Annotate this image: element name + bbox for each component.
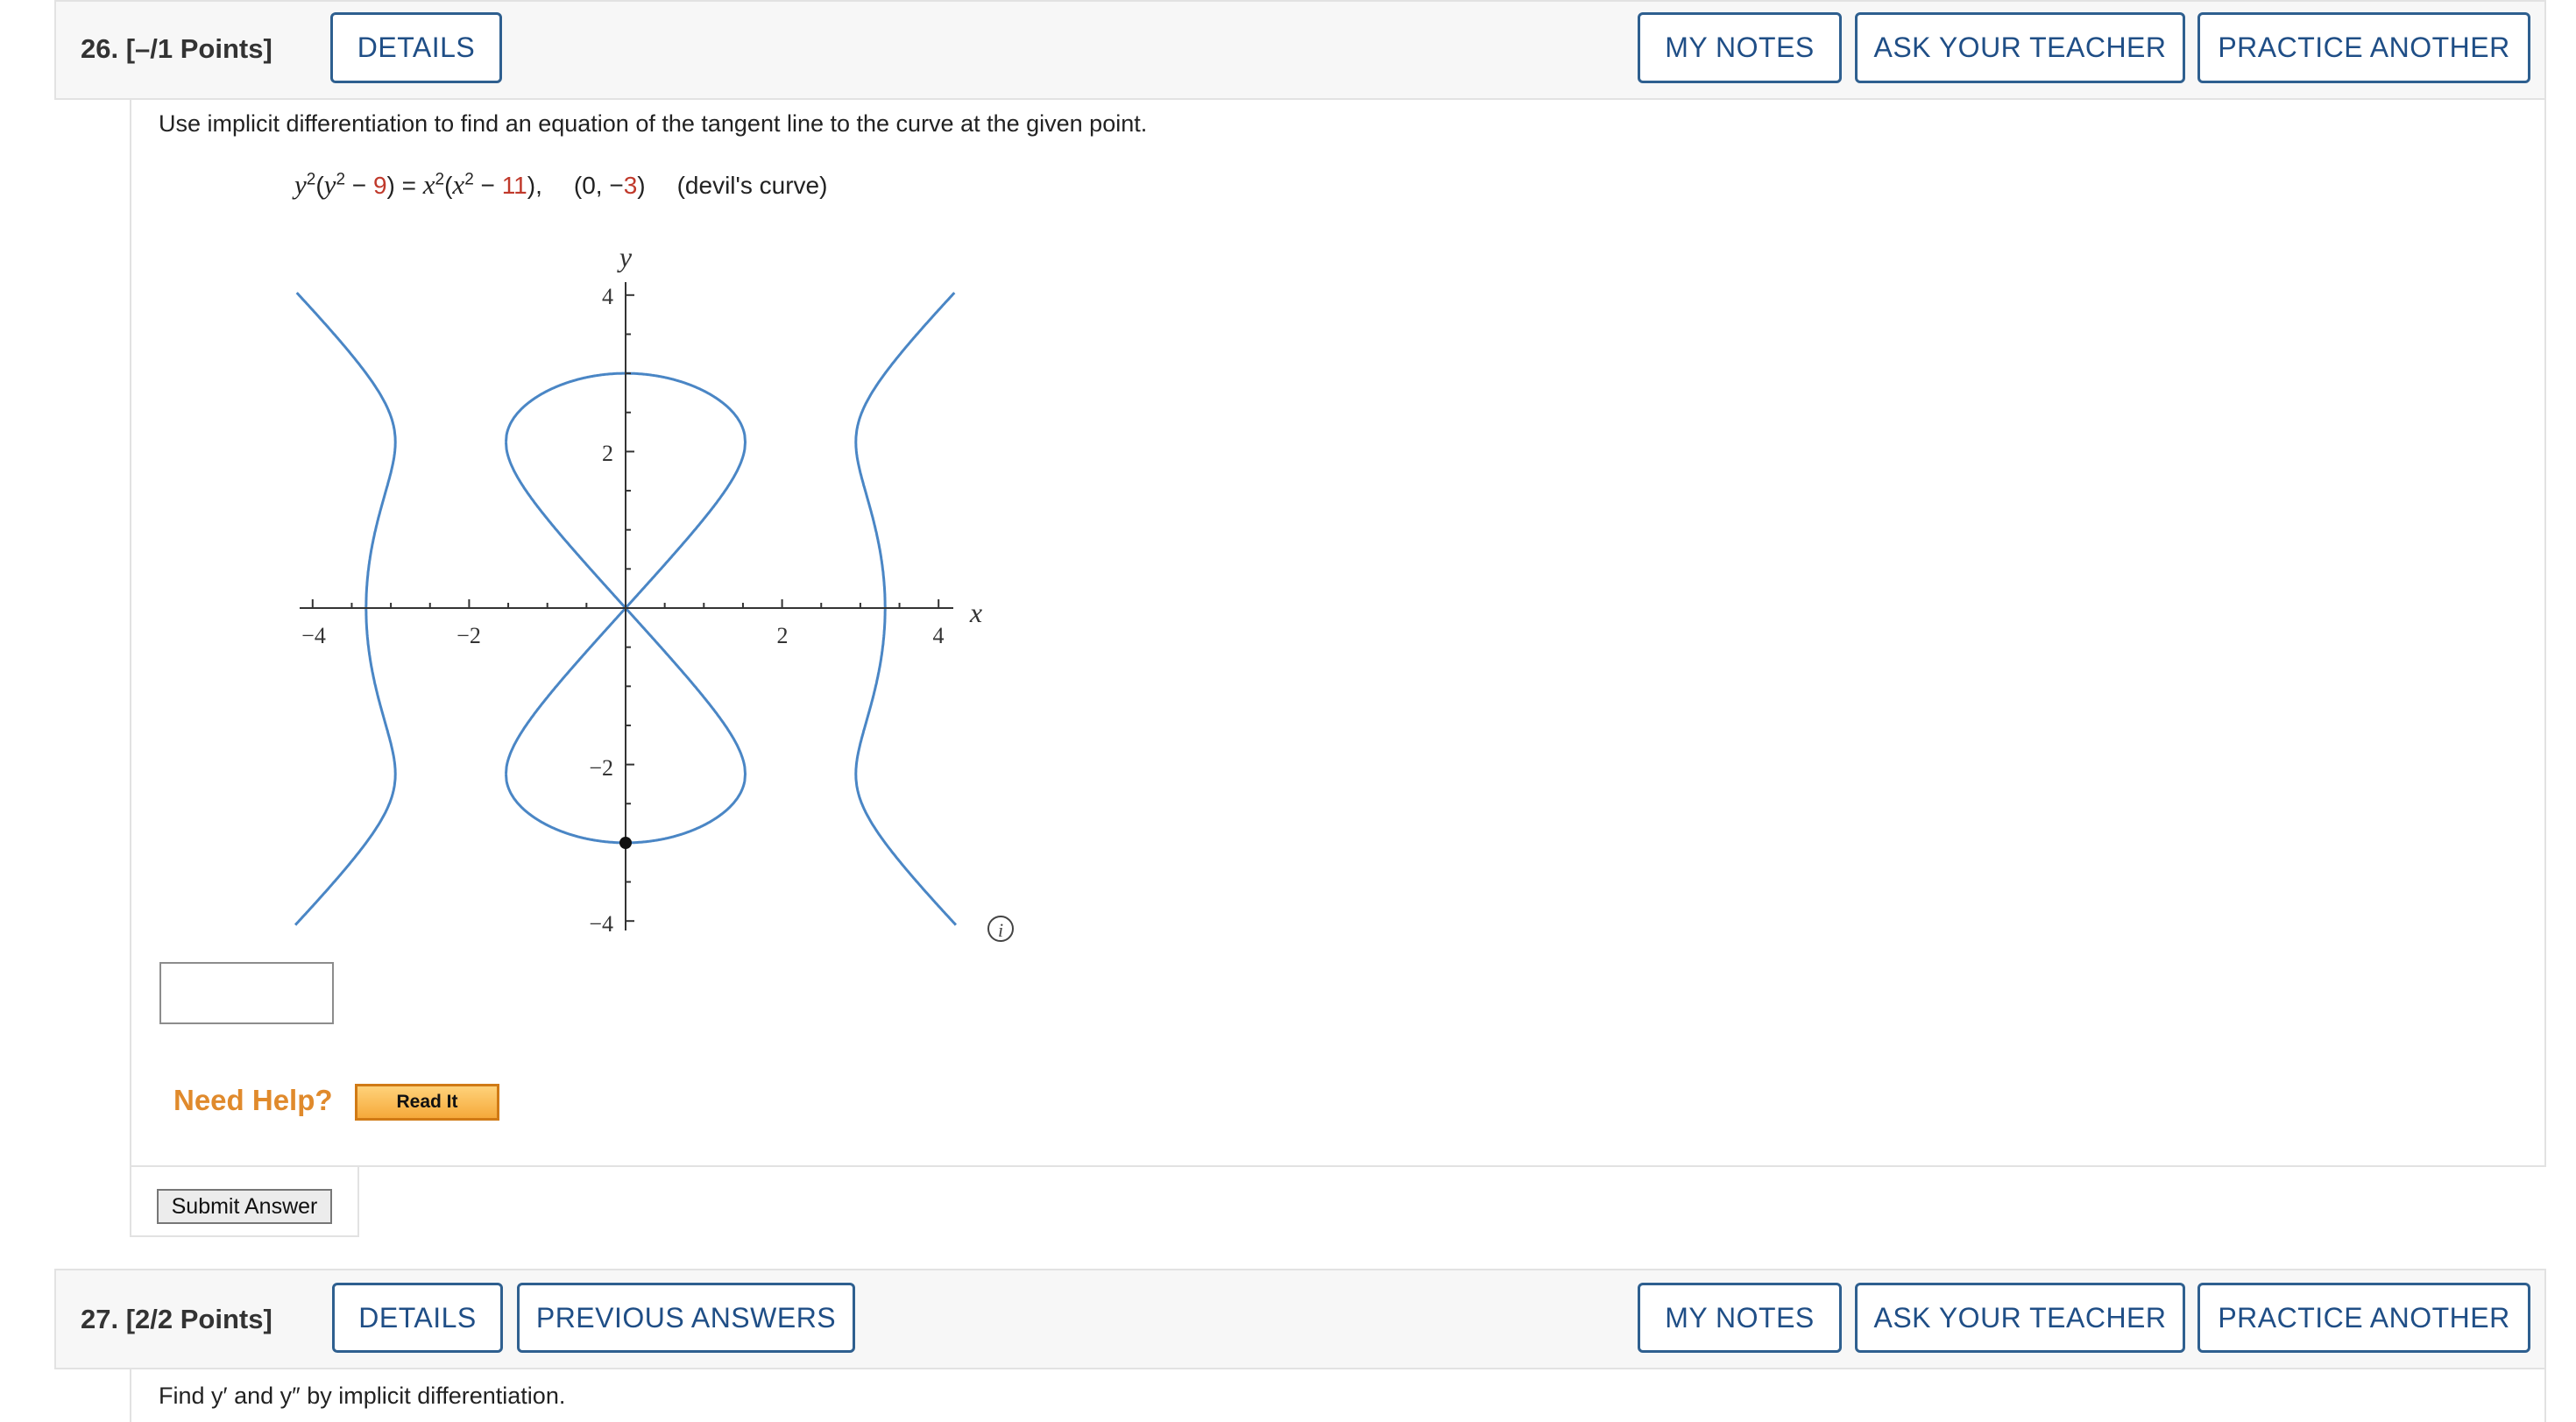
details-button[interactable]: DETAILS [330,12,502,83]
eq-exp: 2 [306,170,316,189]
question-27-number: 27. [2/2 Points] [81,1304,272,1334]
svg-text:i: i [998,919,1003,941]
given-point: (0, −3) [574,172,646,199]
curve-name: (devil's curve) [676,172,828,199]
eq-x: x [422,169,435,200]
eq-x: x [452,169,465,200]
question-26-number: 26. [–/1 Points] [81,33,272,64]
details-button[interactable]: DETAILS [332,1283,503,1353]
x-tick-label: −2 [456,623,481,648]
x-tick-label: 2 [777,623,789,648]
read-it-button[interactable]: Read It [355,1084,499,1121]
previous-answers-button[interactable]: PREVIOUS ANSWERS [517,1283,855,1353]
submit-answer-button[interactable]: Submit Answer [157,1189,332,1224]
point-part: ) [637,172,646,199]
ask-teacher-button[interactable]: ASK YOUR TEACHER [1855,12,2185,83]
my-notes-button[interactable]: MY NOTES [1638,1283,1842,1353]
eq-exp: 2 [435,170,445,189]
given-point-marker [619,837,632,849]
eq-part: ( [315,172,324,199]
y-tick-label: 2 [602,441,613,466]
devils-curve-graph: −4 −2 2 4 4 2 −2 −4 y x i [294,241,1014,942]
ask-teacher-button[interactable]: ASK YOUR TEACHER [1855,1283,2185,1353]
eq-part: − [345,172,373,199]
eq-constant: 9 [372,172,387,199]
point-part: (0, − [573,172,624,199]
question-27-instruction: Find y′ and y″ by implicit differentiati… [159,1383,566,1409]
y-tick-label: −2 [589,755,613,781]
y-axis-label: y [617,241,633,272]
need-help-label: Need Help? [173,1084,333,1116]
question-instruction: Use implicit differentiation to find an … [159,110,1148,137]
y-tick-label: −4 [589,911,613,937]
y-tick-label: 4 [602,284,613,309]
eq-part: ), [527,172,542,199]
eq-part: ) = [386,172,423,199]
eq-constant: 11 [501,172,527,199]
info-circle-icon[interactable]: i [987,916,1014,942]
eq-y: y [323,169,336,200]
x-axis-label: x [969,597,982,628]
eq-part: − [473,172,502,199]
my-notes-button[interactable]: MY NOTES [1638,12,1842,83]
eq-y: y [294,169,307,200]
point-y-value: 3 [623,172,638,199]
practice-another-button[interactable]: PRACTICE ANOTHER [2197,12,2530,83]
eq-exp: 2 [464,170,474,189]
eq-exp: 2 [336,170,346,189]
x-tick-label: 4 [933,623,945,648]
practice-another-button[interactable]: PRACTICE ANOTHER [2197,1283,2530,1353]
answer-input[interactable] [159,962,334,1024]
equation: y2(y2 − 9) = x2(x2 − 11), (0, −3) (devil's… [294,169,827,201]
x-tick-label: −4 [301,623,326,648]
